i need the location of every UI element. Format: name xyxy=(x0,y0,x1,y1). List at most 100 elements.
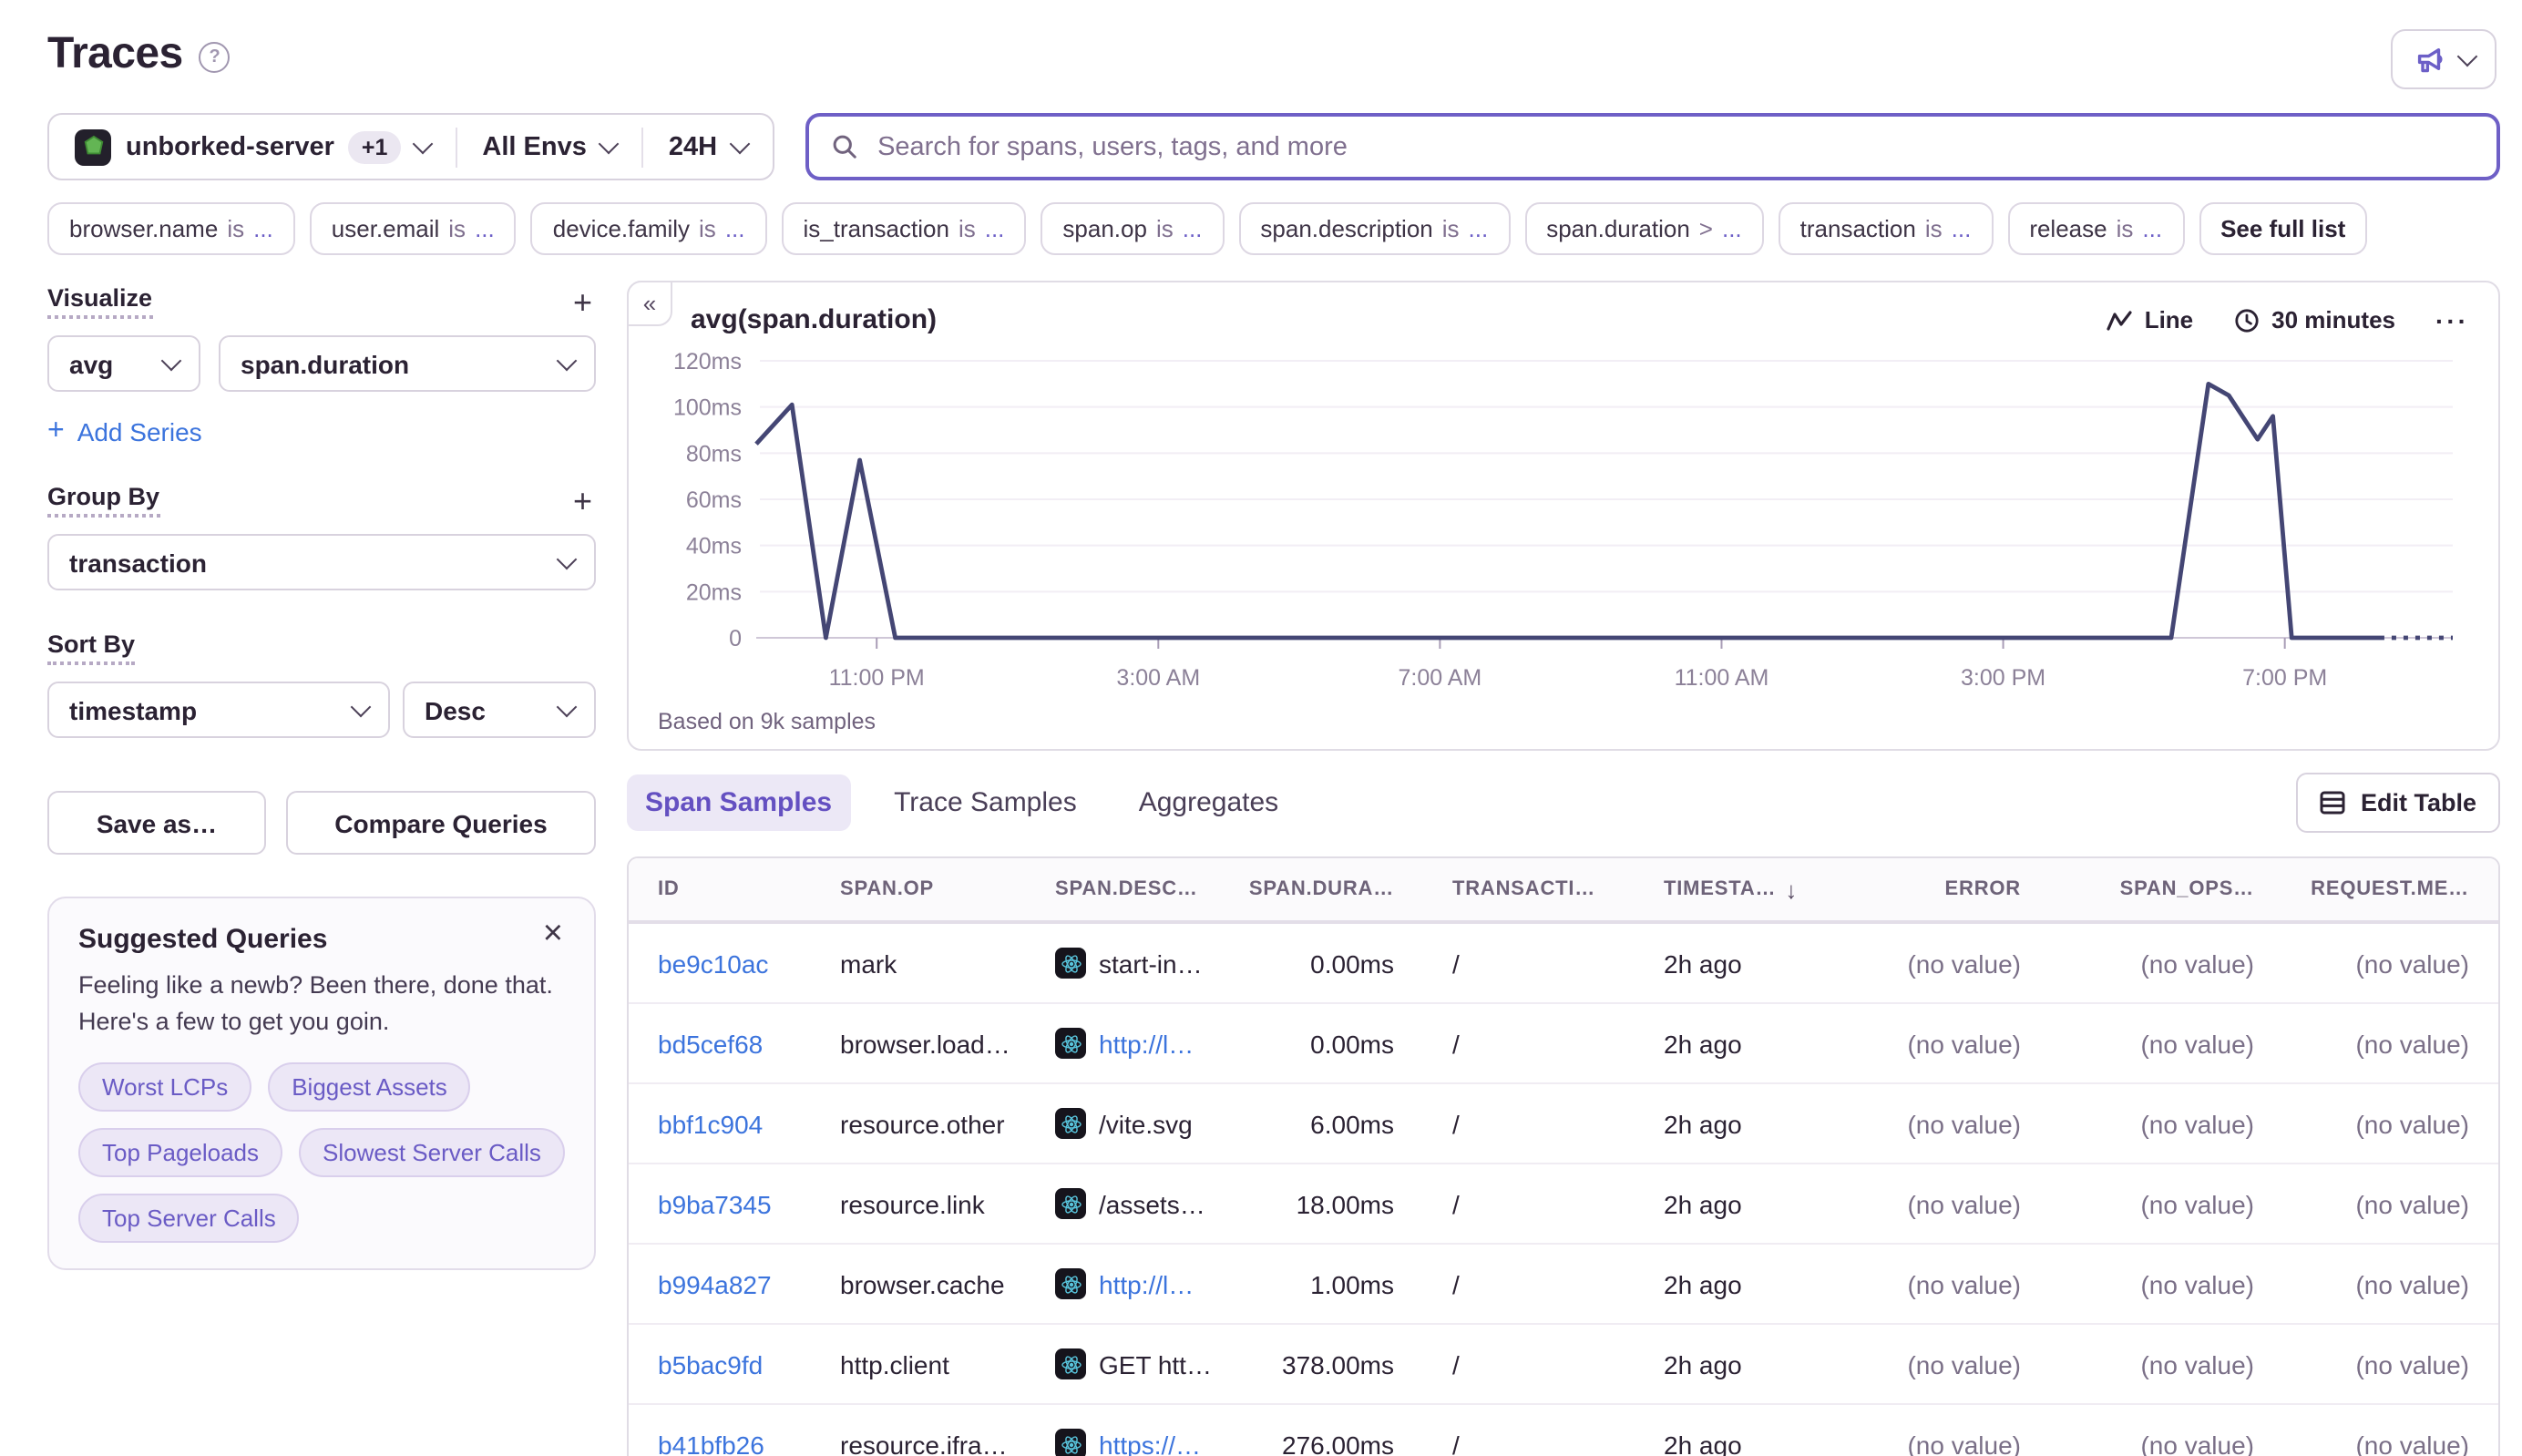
suggested-query-slowest-server-calls[interactable]: Slowest Server Calls xyxy=(299,1128,565,1177)
filter-operator: is xyxy=(699,215,716,242)
collapse-sidebar-button[interactable]: « xyxy=(627,281,672,326)
help-icon[interactable]: ? xyxy=(200,42,231,73)
filter-chip-transaction[interactable]: transactionis... xyxy=(1779,202,1994,255)
column-header-span-ops[interactable]: SPAN_OPS… xyxy=(2050,878,2283,900)
table-row-b41bfb26: b41bfb26resource.ifra…https://…276.00ms/… xyxy=(629,1405,2498,1456)
page-filters: unborked-server +1 All Envs 24H xyxy=(47,113,774,180)
span-description-link[interactable]: http://l… xyxy=(1099,1029,1194,1058)
sort-field-value: timestamp xyxy=(69,695,197,724)
no-value-text: (no value) xyxy=(2140,1189,2254,1218)
filter-chip-span-description[interactable]: span.descriptionis... xyxy=(1238,202,1510,255)
suggested-query-top-server-calls[interactable]: Top Server Calls xyxy=(78,1194,300,1243)
suggested-query-worst-lcps[interactable]: Worst LCPs xyxy=(78,1062,251,1112)
sort-direction-select[interactable]: Desc xyxy=(403,682,596,738)
svg-text:0: 0 xyxy=(729,626,742,651)
timestamp-value[interactable]: 2h ago xyxy=(1664,1109,1742,1138)
chart-type-button[interactable]: Line xyxy=(2107,306,2193,333)
top-bar: Traces ? xyxy=(0,0,2522,89)
aggregate-select[interactable]: avg xyxy=(47,335,200,392)
cell-request-method: (no value) xyxy=(2283,1029,2498,1058)
filter-chip-is-transaction[interactable]: is_transactionis... xyxy=(782,202,1027,255)
compare-queries-button[interactable]: Compare Queries xyxy=(286,791,596,855)
timestamp-value[interactable]: 2h ago xyxy=(1664,1029,1742,1058)
span-id-link[interactable]: b9ba7345 xyxy=(658,1189,772,1218)
chevron-down-icon xyxy=(599,133,620,154)
cell-id: b5bac9fd xyxy=(629,1349,811,1379)
svg-text:11:00 AM: 11:00 AM xyxy=(1675,665,1769,691)
span-description-link[interactable]: http://l… xyxy=(1099,1269,1194,1298)
cell-timestamp: 2h ago xyxy=(1635,1430,1868,1456)
filter-operator: is xyxy=(2117,215,2134,242)
line-chart[interactable]: 120ms100ms80ms60ms40ms20ms011:00 PM3:00 … xyxy=(658,335,2469,709)
span-id-link[interactable]: b5bac9fd xyxy=(658,1349,763,1379)
see-full-list-button[interactable]: See full list xyxy=(2199,202,2367,255)
timestamp-value[interactable]: 2h ago xyxy=(1664,948,1742,978)
field-select[interactable]: span.duration xyxy=(219,335,596,392)
close-icon[interactable]: × xyxy=(532,915,574,953)
add-group-by-button[interactable]: + xyxy=(569,484,596,517)
add-visualize-button[interactable]: + xyxy=(569,285,596,318)
timestamp-value[interactable]: 2h ago xyxy=(1664,1189,1742,1218)
timestamp-value[interactable]: 2h ago xyxy=(1664,1269,1742,1298)
search-input[interactable] xyxy=(874,130,2475,163)
column-header-id[interactable]: ID xyxy=(629,878,811,900)
filter-value: ... xyxy=(253,215,273,242)
span-id-link[interactable]: b994a827 xyxy=(658,1269,772,1298)
filter-chip-span-duration[interactable]: span.duration>... xyxy=(1524,202,1763,255)
column-header-request-me[interactable]: REQUEST.ME… xyxy=(2283,878,2498,900)
column-header-span-op[interactable]: SPAN.OP xyxy=(811,878,1026,900)
cell-span-op: resource.ifra… xyxy=(811,1430,1026,1456)
filter-value: ... xyxy=(1722,215,1742,242)
table-row-b5bac9fd: b5bac9fdhttp.clientGET htt…378.00ms/2h a… xyxy=(629,1325,2498,1405)
column-header-error[interactable]: ERROR xyxy=(1868,878,2050,900)
edit-table-button[interactable]: Edit Table xyxy=(2297,773,2500,833)
tab-aggregates[interactable]: Aggregates xyxy=(1121,774,1297,831)
span-description-text: start-in… xyxy=(1099,948,1203,978)
svg-text:100ms: 100ms xyxy=(673,395,742,421)
environment-selector[interactable]: All Envs xyxy=(456,115,641,179)
suggested-query-biggest-assets[interactable]: Biggest Assets xyxy=(268,1062,471,1112)
sort-field-select[interactable]: timestamp xyxy=(47,682,390,738)
cell-span-op: resource.link xyxy=(811,1189,1026,1218)
chart-interval-button[interactable]: 30 minutes xyxy=(2233,306,2395,333)
timestamp-value[interactable]: 2h ago xyxy=(1664,1349,1742,1379)
column-header-transacti[interactable]: TRANSACTI… xyxy=(1423,878,1635,900)
suggested-query-top-pageloads[interactable]: Top Pageloads xyxy=(78,1128,282,1177)
group-by-select[interactable]: transaction xyxy=(47,534,596,590)
span-id-link[interactable]: b41bfb26 xyxy=(658,1430,764,1456)
table-row-b994a827: b994a827browser.cachehttp://l…1.00ms/2h … xyxy=(629,1245,2498,1325)
column-label: SPAN_OPS… xyxy=(2120,878,2254,900)
span-description-link[interactable]: https://… xyxy=(1099,1430,1201,1456)
column-header-timesta[interactable]: TIMESTA…↓ xyxy=(1635,876,1868,903)
column-header-span-dura[interactable]: SPAN.DURA… xyxy=(1248,878,1423,900)
filter-chip-release[interactable]: releaseis... xyxy=(2007,202,2184,255)
filter-key: span.duration xyxy=(1546,215,1690,242)
span-id-link[interactable]: bd5cef68 xyxy=(658,1029,763,1058)
span-id-link[interactable]: be9c10ac xyxy=(658,948,768,978)
filter-chip-device-family[interactable]: device.familyis... xyxy=(531,202,767,255)
date-range-selector[interactable]: 24H xyxy=(643,115,772,179)
filter-key: is_transaction xyxy=(804,215,949,242)
timestamp-value[interactable]: 2h ago xyxy=(1664,1430,1742,1456)
cell-request-method: (no value) xyxy=(2283,1109,2498,1138)
whats-new-button[interactable] xyxy=(2391,29,2496,89)
search-bar[interactable] xyxy=(805,113,2500,180)
tab-span-samples[interactable]: Span Samples xyxy=(627,774,850,831)
filter-chip-user-email[interactable]: user.emailis... xyxy=(310,202,517,255)
tab-trace-samples[interactable]: Trace Samples xyxy=(876,774,1095,831)
cell-span-duration: 0.00ms xyxy=(1248,1029,1423,1058)
filter-chip-span-op[interactable]: span.opis... xyxy=(1041,202,1224,255)
samples-tabs: Span Samples Trace Samples Aggregates xyxy=(627,774,1297,831)
table-row-bd5cef68: bd5cef68browser.load…http://l…0.00ms/2h … xyxy=(629,1004,2498,1084)
sort-descending-icon[interactable]: ↓ xyxy=(1785,876,1798,903)
cell-span-duration: 276.00ms xyxy=(1248,1430,1423,1456)
project-selector[interactable]: unborked-server +1 xyxy=(49,115,455,179)
save-as-button[interactable]: Save as… xyxy=(47,791,266,855)
chevron-down-icon xyxy=(161,350,182,371)
filter-chip-browser-name[interactable]: browser.nameis... xyxy=(47,202,295,255)
chart-menu-button[interactable]: ··· xyxy=(2435,305,2469,334)
add-series-button[interactable]: + Add Series xyxy=(47,415,202,448)
column-label: SPAN.DESC… xyxy=(1055,878,1198,900)
column-header-span-desc[interactable]: SPAN.DESC… xyxy=(1026,878,1248,900)
span-id-link[interactable]: bbf1c904 xyxy=(658,1109,763,1138)
